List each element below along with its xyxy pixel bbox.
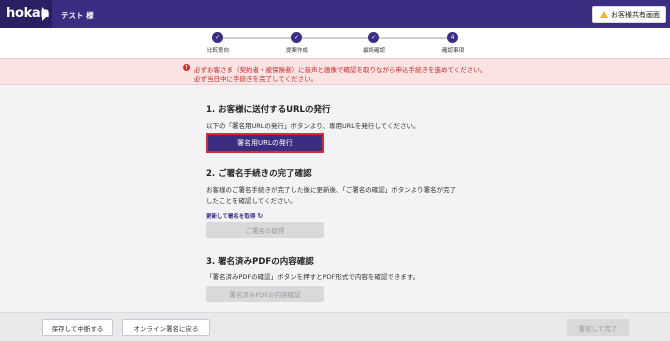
step-2-label: 提案作成 — [285, 48, 308, 54]
refresh-icon: ↻ — [257, 212, 264, 220]
step-connector — [379, 37, 447, 39]
refresh-link-label: 更新して署名を取得 — [206, 214, 256, 220]
alert-line-2: 必ず当日中に手続きを完了してください。 — [194, 75, 318, 83]
back-to-online-signature-button[interactable]: オンライン署名に戻る — [122, 319, 210, 336]
step-connector — [302, 37, 368, 39]
sign-and-complete-button[interactable]: 署名して完了 — [567, 319, 629, 336]
section-3-title: 3. 署名済みPDFの内容確認 — [206, 257, 314, 267]
step-1-check-icon: ✓ — [212, 32, 223, 43]
share-button-label: お客様共有画面 — [611, 10, 660, 19]
step-4-current-marker: 4 — [447, 32, 458, 43]
check-signed-pdf-button[interactable]: 署名済みPDFの内容確認 — [206, 286, 324, 302]
issue-signature-url-button[interactable]: 署名用URLの発行 — [206, 133, 324, 153]
section-2-description-line-2: したことを確認してください。 — [206, 197, 297, 205]
section-1-title: 1. お客様に送付するURLの発行 — [206, 105, 331, 115]
step-3-check-icon: ✓ — [368, 32, 379, 43]
step-3-label: 最終確認 — [362, 48, 385, 54]
save-and-suspend-button[interactable]: 保存して中断する — [42, 319, 113, 336]
footer-bar: 保存して中断する オンライン署名に戻る 署名して完了 — [0, 312, 670, 341]
step-2-check-icon: ✓ — [291, 32, 302, 43]
step-4-label: 確認事項 — [441, 48, 464, 54]
step-connector — [223, 37, 297, 39]
progress-stepper: ✓ ✓ ✓ 4 比較意向 提案作成 最終確認 確認事項 — [0, 28, 670, 58]
user-name: テスト 様 — [61, 11, 94, 20]
customer-share-screen-button[interactable]: お客様共有画面 — [592, 6, 666, 23]
step-1-label: 比較意向 — [206, 48, 229, 54]
get-signature-button[interactable]: ご署名の取得 — [206, 222, 324, 238]
warning-alert: ! 必ずお客さま（契約者・被保険者）に音声と画像で確認を取りながら申込手続きを進… — [0, 58, 670, 85]
section-1-description: 以下の「署名用URLの発行」ボタンより、専用URLを発行してください。 — [206, 122, 420, 130]
section-2-title: 2. ご署名手続きの完了確認 — [206, 169, 312, 179]
section-2-description-line-1: お客様のご署名手続きが完了した後に更新後、「ご署名の確認」ボタンより署名が完了 — [206, 186, 457, 194]
section-3-description: 「署名済みPDFの確認」ボタンを押すとPDF形式で内容を確認できます。 — [206, 273, 420, 281]
warning-icon — [600, 11, 608, 18]
alert-icon: ! — [183, 64, 190, 71]
top-navigation-bar: hokan テスト 様 お客様共有画面 — [0, 0, 670, 28]
logo[interactable]: hokan — [0, 0, 52, 28]
logo-arrow-icon — [42, 7, 49, 21]
refresh-signature-link[interactable]: 更新して署名を取得 ↻ — [206, 212, 263, 220]
